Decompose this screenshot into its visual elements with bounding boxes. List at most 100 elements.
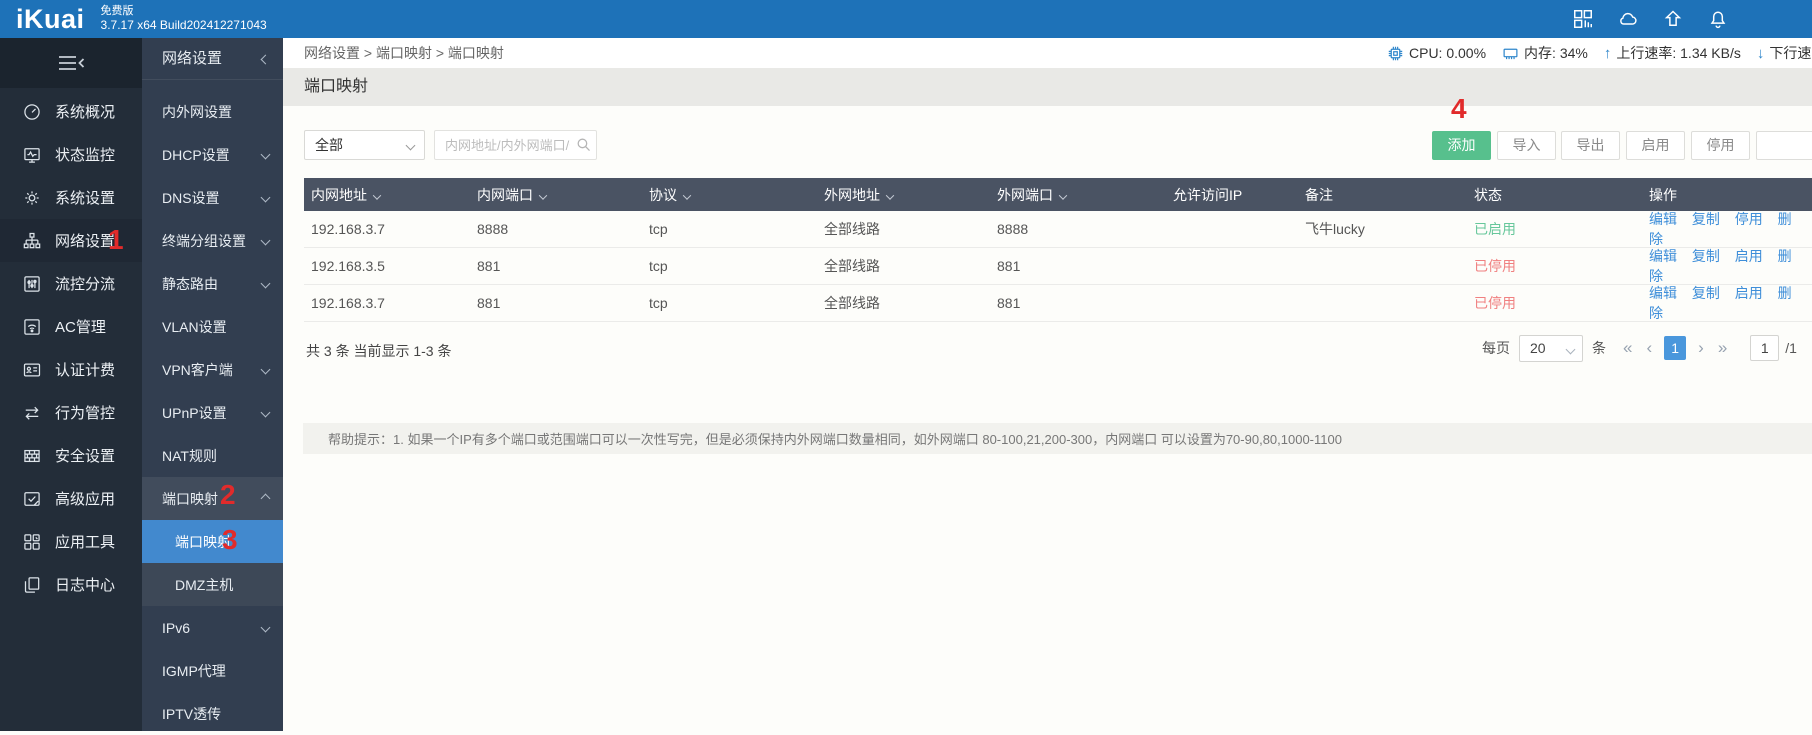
last-page-button[interactable]: » <box>1718 338 1727 358</box>
submenu-item-port-mapping[interactable]: 端口映射 <box>142 520 283 563</box>
disable-link[interactable]: 停用 <box>1735 211 1763 227</box>
sidebar-item-system-overview[interactable]: 系统概况 <box>0 90 142 133</box>
submenu-item-label: UPnP设置 <box>162 404 227 421</box>
prev-page-button[interactable]: ‹ <box>1646 338 1652 358</box>
submenu-item-vlan[interactable]: VLAN设置 <box>142 305 283 348</box>
sort-icon <box>1058 190 1068 200</box>
sidebar-item-security-settings[interactable]: 安全设置 <box>0 434 142 477</box>
search-icon[interactable] <box>575 136 592 153</box>
search-box <box>434 130 597 160</box>
search-input[interactable] <box>434 130 597 160</box>
submenu-item-igmp-proxy[interactable]: IGMP代理 <box>142 649 283 692</box>
gauge-icon <box>22 102 42 122</box>
enable-link[interactable]: 启用 <box>1735 248 1763 264</box>
upload-stat: ↑ 上行速率: 1.34 KB/s <box>1604 43 1741 63</box>
submenu-title[interactable]: 网络设置 <box>142 38 283 80</box>
copy-link[interactable]: 复制 <box>1692 248 1720 264</box>
sidebar-collapse-button[interactable] <box>0 38 142 88</box>
enable-button[interactable]: 启用 <box>1626 131 1685 160</box>
column-header-protocol[interactable]: 协议 <box>649 185 824 205</box>
cell-wan-ip: 全部线路 <box>824 221 880 237</box>
chevron-down-icon <box>260 407 271 418</box>
submenu-item-vpn-client[interactable]: VPN客户端 <box>142 348 283 391</box>
submenu-item-static-route[interactable]: 静态路由 <box>142 262 283 305</box>
header-icons <box>1572 0 1729 38</box>
edition-block: 免费版 3.7.17 x64 Build202412271043 <box>101 5 267 33</box>
column-header-lan-port[interactable]: 内网端口 <box>477 185 649 205</box>
filter-value: 全部 <box>315 137 343 153</box>
sidebar-item-status-monitor[interactable]: 状态监控 <box>0 133 142 176</box>
sidebar-item-behavior-control[interactable]: 行为管控 <box>0 391 142 434</box>
sidebar-item-label: 网络设置 <box>55 233 116 250</box>
page-jump-input[interactable] <box>1750 335 1780 361</box>
export-button[interactable]: 导出 <box>1561 131 1620 160</box>
submenu-item-nat-rules[interactable]: NAT规则 <box>142 434 283 477</box>
sidebar-item-label: 流控分流 <box>55 276 116 293</box>
submenu-item-wan-lan[interactable]: 内外网设置 <box>142 90 283 133</box>
logs-icon <box>22 575 42 595</box>
submenu-item-port-mapping-parent[interactable]: 端口映射 <box>142 477 283 520</box>
submenu-item-upnp[interactable]: UPnP设置 <box>142 391 283 434</box>
primary-sidebar: 系统概况 状态监控 系统设置 网络设置 流控分流 AC管理 认证计费 行为管控 <box>0 38 142 731</box>
column-header-lan-ip[interactable]: 内网地址 <box>304 185 477 205</box>
submenu-item-label: IGMP代理 <box>162 662 226 679</box>
chevron-down-icon <box>260 622 271 633</box>
cell-wan-port: 8888 <box>997 221 1029 237</box>
memory-stat: 内存: 34% <box>1502 43 1588 63</box>
unit-label: 条 <box>1592 340 1606 356</box>
edit-link[interactable]: 编辑 <box>1649 211 1677 227</box>
page-title-bar: 端口映射 <box>283 68 1812 106</box>
sidebar-item-flow-control[interactable]: 流控分流 <box>0 262 142 305</box>
table-header: 内网地址 内网端口 协议 外网地址 外网端口 允许访问IP 备注 状态 操作 <box>304 178 1812 211</box>
ikuai-logo: iKuai <box>16 3 85 34</box>
partial-button[interactable] <box>1756 131 1812 160</box>
submenu-item-ipv6[interactable]: IPv6 <box>142 606 283 649</box>
column-header-allow-ip: 允许访问IP <box>1173 186 1243 203</box>
submenu-title-label: 网络设置 <box>162 50 223 67</box>
filter-dropdown[interactable]: 全部 <box>304 130 425 160</box>
copy-link[interactable]: 复制 <box>1692 285 1720 301</box>
copy-link[interactable]: 复制 <box>1692 211 1720 227</box>
first-page-button[interactable]: « <box>1623 338 1632 358</box>
bell-icon[interactable] <box>1707 8 1729 30</box>
disable-button[interactable]: 停用 <box>1691 131 1750 160</box>
import-button[interactable]: 导入 <box>1497 131 1556 160</box>
column-header-status: 状态 <box>1474 186 1502 203</box>
sidebar-item-auth-billing[interactable]: 认证计费 <box>0 348 142 391</box>
sidebar-item-ac-management[interactable]: AC管理 <box>0 305 142 348</box>
submenu-item-dns[interactable]: DNS设置 <box>142 176 283 219</box>
submenu-item-dhcp[interactable]: DHCP设置 <box>142 133 283 176</box>
sidebar-item-system-settings[interactable]: 系统设置 <box>0 176 142 219</box>
cell-actions: 编辑 复制 停用 删除 <box>1649 209 1812 249</box>
cell-protocol: tcp <box>649 221 668 237</box>
column-header-wan-port[interactable]: 外网端口 <box>997 185 1173 205</box>
cloud-icon[interactable] <box>1617 8 1639 30</box>
sidebar-item-label: 认证计费 <box>55 362 116 379</box>
next-page-button[interactable]: › <box>1698 338 1704 358</box>
edit-link[interactable]: 编辑 <box>1649 248 1677 264</box>
submenu-item-terminal-group[interactable]: 终端分组设置 <box>142 219 283 262</box>
per-page-select[interactable]: 20 <box>1519 334 1583 362</box>
edit-link[interactable]: 编辑 <box>1649 285 1677 301</box>
upload-icon[interactable] <box>1662 8 1684 30</box>
annotation-step-2: 2 <box>220 479 236 510</box>
main-content: 网络设置 > 端口映射 > 端口映射 CPU: 0.00% 内存: 34% ↑ … <box>283 38 1812 731</box>
current-page-button[interactable]: 1 <box>1664 336 1687 360</box>
submenu-item-dmz-host[interactable]: DMZ主机 <box>142 563 283 606</box>
column-header-wan-ip[interactable]: 外网地址 <box>824 185 997 205</box>
gear-icon <box>22 188 42 208</box>
submenu-item-iptv[interactable]: IPTV透传 <box>142 692 283 735</box>
add-button[interactable]: 添加 <box>1432 131 1491 160</box>
doc-check-icon <box>22 489 42 509</box>
record-summary: 共 3 条 当前显示 1-3 条 <box>306 343 452 359</box>
sidebar-item-app-tools[interactable]: 应用工具 <box>0 520 142 563</box>
column-header-actions: 操作 <box>1649 186 1677 203</box>
cell-wan-port: 881 <box>997 258 1021 274</box>
sidebar-item-advanced-apps[interactable]: 高级应用 <box>0 477 142 520</box>
per-page-label: 每页 <box>1482 340 1510 356</box>
submenu-item-label: DMZ主机 <box>175 576 234 593</box>
edition-label: 免费版 <box>100 5 134 18</box>
enable-link[interactable]: 启用 <box>1735 285 1763 301</box>
apps-grid-icon[interactable] <box>1572 8 1594 30</box>
sidebar-item-log-center[interactable]: 日志中心 <box>0 563 142 606</box>
